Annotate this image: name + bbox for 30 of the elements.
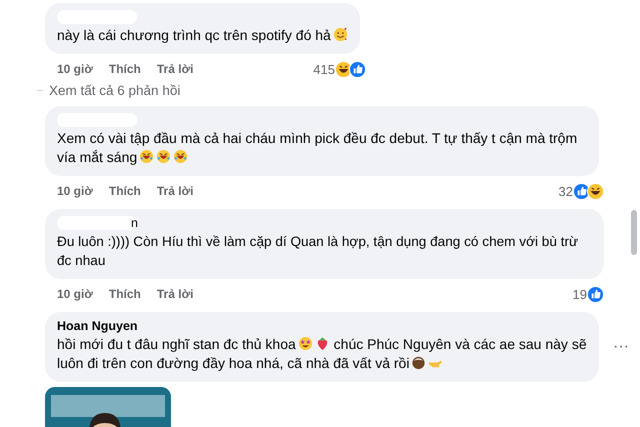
author-name[interactable]: n bbox=[131, 216, 138, 230]
comment-text: hồi mới đu t đâu nghĩ stan đc thủ khoa chúc Phúc Nguyên và các ae sau này sẽ luôn đi trên con đường đầy hoa nhá, cã nhà đã vất vả rồi bbox=[57, 335, 587, 373]
reply-link[interactable]: Trả lời bbox=[156, 62, 194, 76]
laughing-face-icon bbox=[587, 182, 604, 200]
like-link[interactable]: Thích bbox=[108, 184, 141, 198]
hearts-emoji-icon bbox=[332, 27, 348, 42]
coconut-emoji-icon bbox=[411, 355, 426, 370]
like-link[interactable]: Thích bbox=[108, 287, 141, 301]
rofl-emoji-icon bbox=[139, 149, 154, 164]
comment-text: này là cái chương trình qc trên spotify đó hả bbox=[57, 26, 348, 45]
comment-text: Đu luôn :)))) Còn Híu thì về làm cặp dí Quan là hợp, tận dụng đang có chem với bù trừ đc nhau bbox=[57, 233, 580, 270]
reaction-count[interactable]: 415 bbox=[313, 62, 335, 76]
reply-link[interactable]: Trả lời bbox=[156, 287, 194, 301]
reply-link[interactable]: Trả lời bbox=[156, 184, 194, 198]
reaction-count[interactable]: 19 bbox=[572, 286, 587, 302]
author-name[interactable]: Hoan Nguyen bbox=[57, 319, 138, 333]
comment-time[interactable]: 10 giờ bbox=[57, 184, 93, 198]
like-link[interactable]: Thích bbox=[108, 62, 141, 76]
starstruck-emoji-icon bbox=[298, 336, 313, 351]
comment-time[interactable]: 10 giờ bbox=[57, 287, 93, 301]
scrollbar-thumb[interactable] bbox=[631, 210, 637, 255]
reaction-count[interactable]: 32 bbox=[558, 184, 573, 198]
rofl-emoji-icon bbox=[173, 149, 188, 164]
thumbs-up-icon bbox=[349, 60, 366, 78]
rofl-emoji-icon bbox=[156, 149, 172, 164]
more-options-button[interactable]: ··· bbox=[613, 338, 629, 356]
comment-time[interactable]: 10 giờ bbox=[57, 62, 93, 76]
comment-text: Xem có vài tập đầu mà cả hai cháu mình pick đều đc debut. T tự thấy t cận mà trộm vía mắt sáng bbox=[57, 129, 578, 167]
thumbs-up-icon bbox=[587, 286, 604, 302]
view-replies-link[interactable]: Xem tất cả 6 phản hồi bbox=[49, 83, 180, 98]
